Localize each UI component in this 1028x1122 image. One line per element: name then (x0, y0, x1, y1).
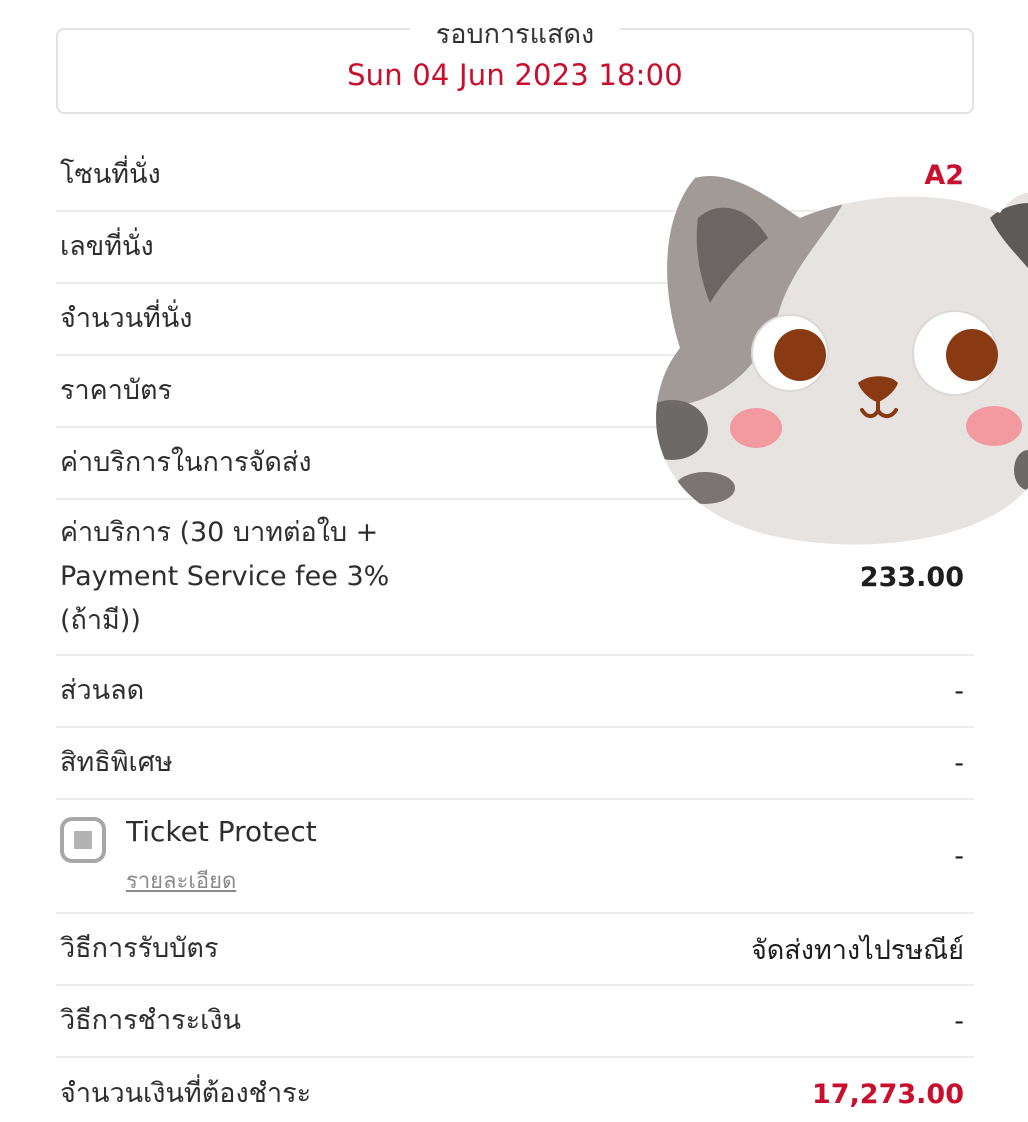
discount-value: - (954, 675, 964, 707)
ticket-price-label: ราคาบัตร (60, 375, 173, 406)
row-ticket-protect: Ticket Protect รายละเอียด - (56, 800, 974, 914)
ticket-protect-label: Ticket Protect (126, 814, 317, 848)
privilege-label: สิทธิพิเศษ (60, 747, 173, 778)
total-value: 17,273.00 (811, 1078, 964, 1110)
row-receive-method: วิธีการรับบัตร จัดส่งทางไปรษณีย์ (56, 914, 974, 986)
ticket-protect-value: - (954, 840, 964, 872)
zone-label: โซนที่นั่ง (60, 159, 161, 190)
ticket-protect-details-link[interactable]: รายละเอียด (126, 863, 236, 898)
row-privilege: สิทธิพิเศษ - (56, 728, 974, 800)
service-fee-label: ค่าบริการ (30 บาทต่อใบ + Payment Service… (60, 517, 390, 636)
cat-face-sticker (656, 176, 1028, 545)
showtime-legend: รอบการแสดง (409, 19, 621, 50)
receive-method-value: จัดส่งทางไปรษณีย์ (750, 934, 964, 966)
payment-method-label: วิธีการชำระเงิน (60, 1005, 242, 1036)
checkbox-icon[interactable] (60, 816, 106, 863)
seat-count-label: จำนวนที่นั่ง (60, 303, 193, 334)
showtime-datetime: Sun 04 Jun 2023 18:00 (347, 58, 683, 92)
service-fee-value: 233.00 (859, 561, 964, 593)
showtime-box: รอบการแสดง Sun 04 Jun 2023 18:00 (56, 19, 974, 114)
order-summary-page: รอบการแสดง Sun 04 Jun 2023 18:00 โซนที่น… (0, 0, 1028, 1122)
seat-number-label: เลขที่นั่ง (60, 231, 154, 262)
privilege-value: - (954, 747, 964, 779)
payment-method-value: - (954, 1005, 964, 1037)
receive-method-label: วิธีการรับบัตร (60, 933, 219, 964)
delivery-fee-label: ค่าบริการในการจัดส่ง (60, 447, 312, 478)
row-payment-method: วิธีการชำระเงิน - (56, 986, 974, 1058)
row-total: จำนวนเงินที่ต้องชำระ 17,273.00 (56, 1058, 974, 1122)
total-label: จำนวนเงินที่ต้องชำระ (60, 1078, 312, 1109)
discount-label: ส่วนลด (60, 675, 145, 706)
row-discount: ส่วนลด - (56, 656, 974, 728)
